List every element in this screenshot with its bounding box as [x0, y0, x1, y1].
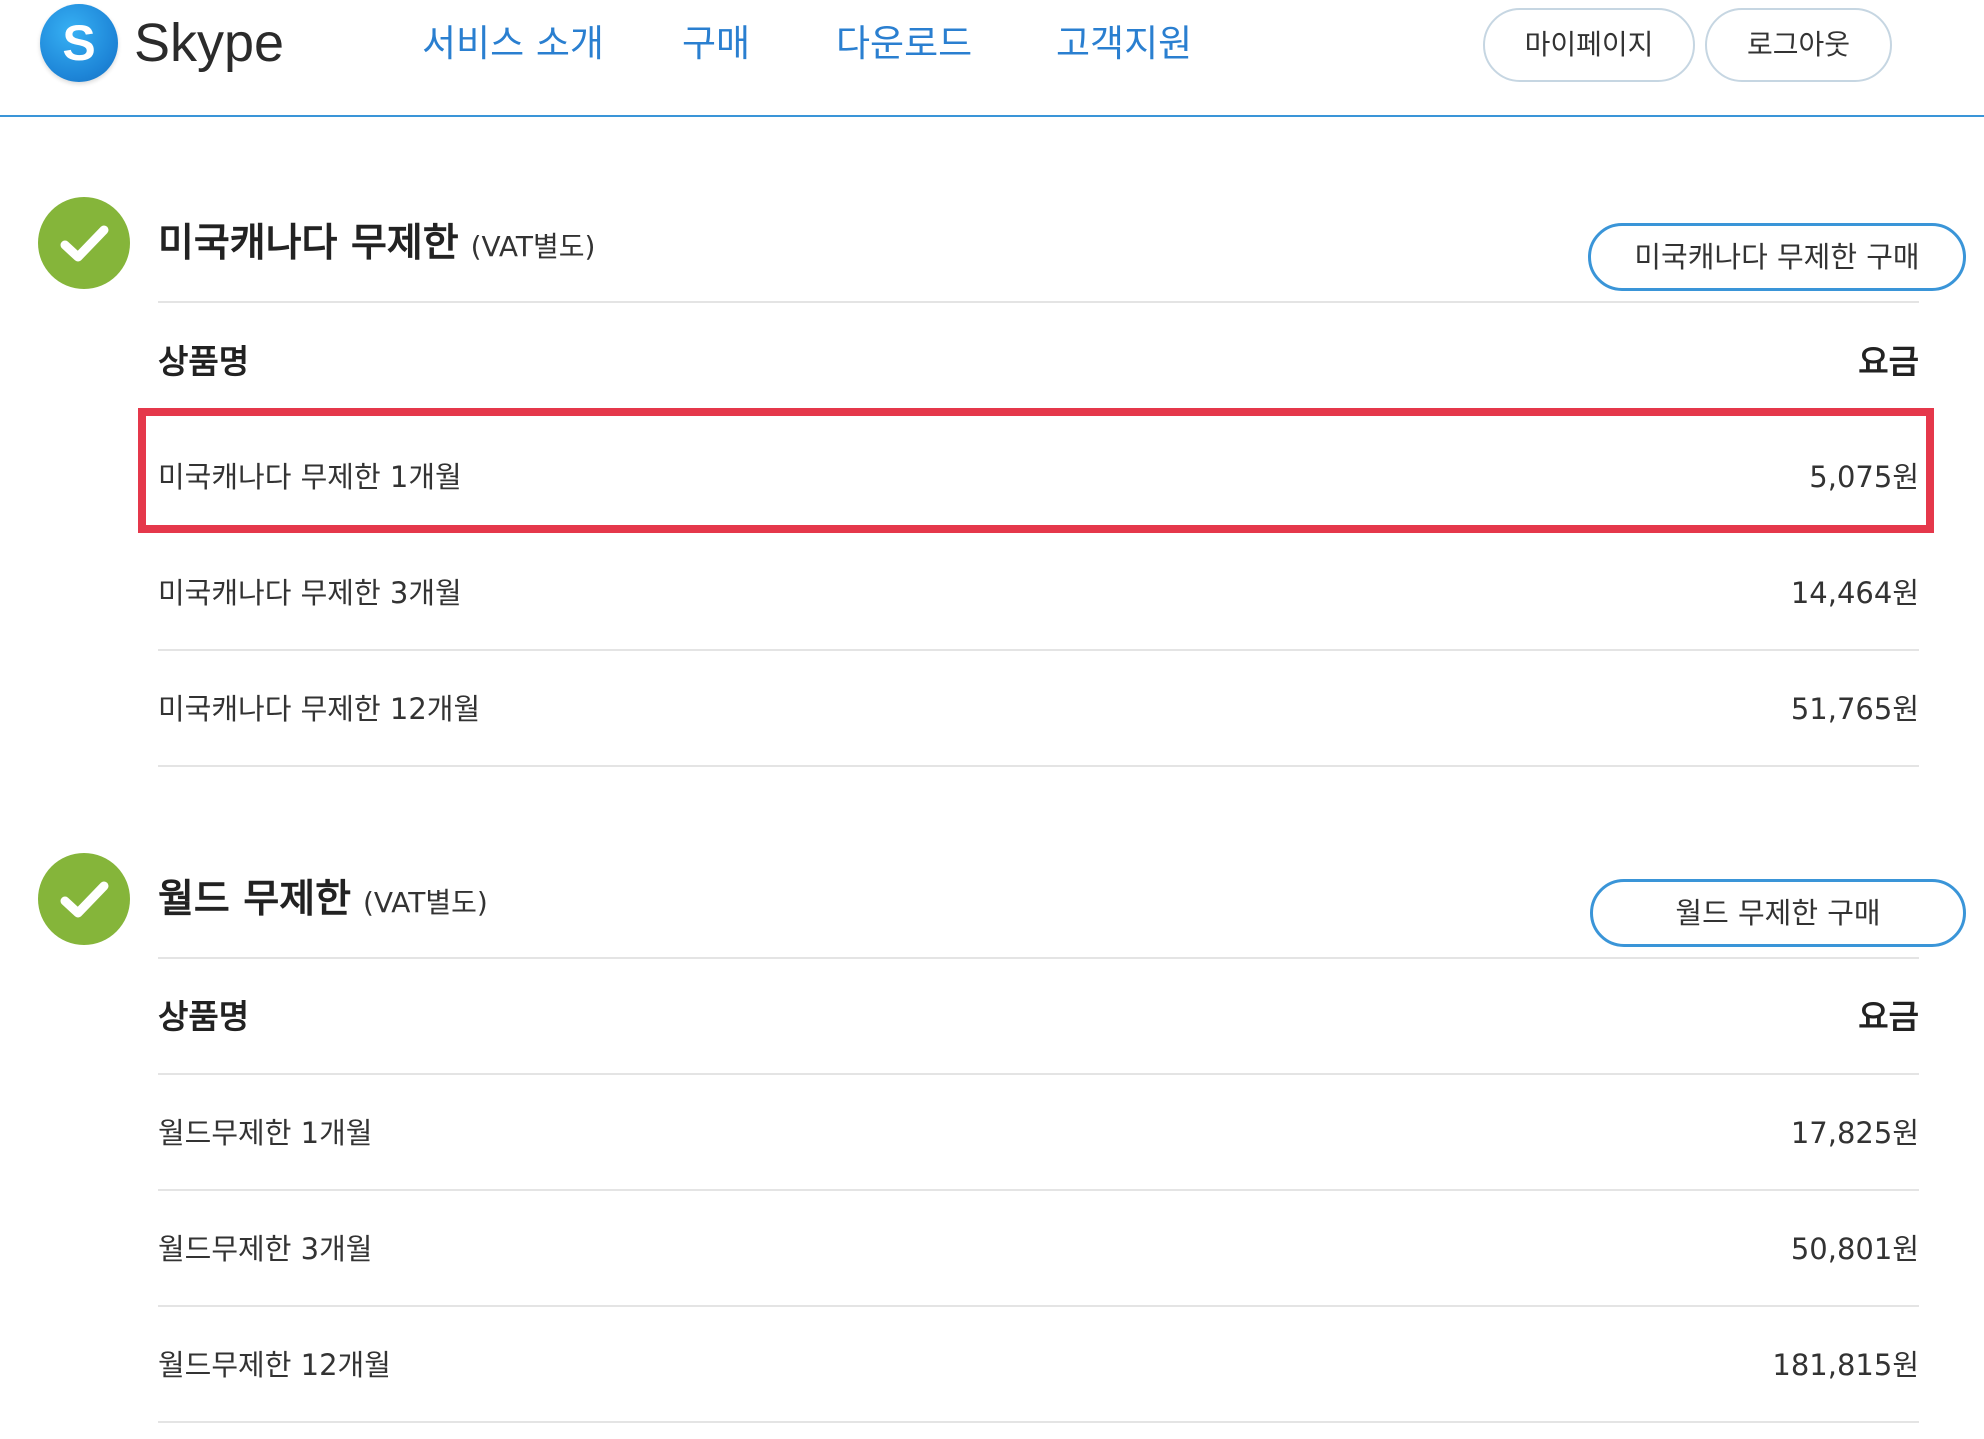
product-name: 미국캐나다 무제한 1개월	[158, 460, 462, 494]
nav-support[interactable]: 고객지원	[1056, 14, 1192, 74]
checkmark-icon	[38, 853, 130, 945]
column-header-product: 상품명	[158, 342, 250, 381]
product-name: 월드무제한 1개월	[158, 1116, 373, 1150]
section-title-text: 월드 무제한	[158, 877, 351, 922]
product-name: 월드무제한 3개월	[158, 1232, 373, 1266]
logout-button[interactable]: 로그아웃	[1705, 8, 1892, 82]
nav-purchase[interactable]: 구매	[682, 14, 750, 74]
logo-letter: S	[62, 15, 96, 71]
column-header-product: 상품명	[158, 997, 250, 1036]
divider	[158, 765, 1919, 767]
divider	[158, 649, 1919, 651]
site-header: S Skype 서비스 소개 구매 다운로드 고객지원 마이페이지 로그아웃	[0, 0, 1984, 117]
divider	[158, 1421, 1919, 1423]
product-price: 50,801원	[1790, 1232, 1919, 1266]
divider	[158, 1305, 1919, 1307]
product-price: 14,464원	[1790, 576, 1919, 610]
skype-logo-icon[interactable]: S	[40, 4, 118, 82]
buy-world-button[interactable]: 월드 무제한 구매	[1590, 879, 1966, 947]
product-price: 17,825원	[1790, 1116, 1919, 1150]
section-title: 월드 무제한 (VAT별도)	[158, 870, 488, 933]
vat-note: (VAT별도)	[362, 886, 488, 919]
product-price: 181,815원	[1772, 1348, 1919, 1382]
section-title-text: 미국캐나다 무제한	[158, 221, 459, 266]
divider	[158, 1189, 1919, 1191]
product-name: 미국캐나다 무제한 3개월	[158, 576, 462, 610]
column-header-price: 요금	[1858, 342, 1919, 381]
product-price: 51,765원	[1790, 692, 1919, 726]
section-title: 미국캐나다 무제한 (VAT별도)	[158, 214, 595, 277]
divider	[158, 957, 1919, 959]
buy-us-canada-button[interactable]: 미국캐나다 무제한 구매	[1588, 223, 1966, 291]
product-name: 미국캐나다 무제한 12개월	[158, 692, 481, 726]
vat-note: (VAT별도)	[470, 230, 596, 263]
divider	[158, 301, 1919, 303]
logo-text[interactable]: Skype	[134, 8, 284, 78]
checkmark-icon	[38, 197, 130, 289]
mypage-button[interactable]: 마이페이지	[1483, 8, 1695, 82]
product-price: 5,075원	[1809, 460, 1919, 494]
column-header-price: 요금	[1858, 997, 1919, 1036]
divider	[158, 1073, 1919, 1075]
nav-service-intro[interactable]: 서비스 소개	[422, 14, 604, 74]
nav-download[interactable]: 다운로드	[836, 14, 972, 74]
product-name: 월드무제한 12개월	[158, 1348, 391, 1382]
